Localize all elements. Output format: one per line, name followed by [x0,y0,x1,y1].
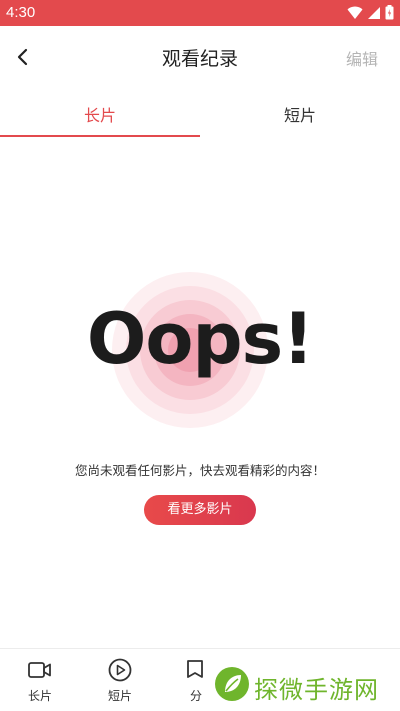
active-tab-indicator [0,135,200,137]
wifi-icon [347,6,363,19]
leaf-logo-icon [215,667,249,701]
tab-long-video[interactable]: 长片 [0,102,200,126]
nav-item-long[interactable]: 长片 [10,657,70,704]
status-bar: 4:30 [0,0,400,26]
nav-label-short: 短片 [107,689,132,703]
header: 观看纪录 编辑 [0,26,400,90]
watermark-text: 探微手游网 [254,676,379,704]
tab-bar: 长片 短片 [0,92,400,138]
signal-icon [368,6,380,19]
battery-icon [385,5,394,20]
video-camera-icon [28,662,51,678]
status-icons [347,5,394,20]
tag-icon [187,660,203,678]
watermark-overlay: 探微手游网 [208,658,400,711]
nav-label-long: 长片 [27,689,52,703]
edit-button[interactable]: 编辑 [346,46,378,70]
status-time: 4:30 [6,4,36,21]
see-more-videos-button[interactable]: 看更多影片 [144,495,256,525]
play-circle-icon [108,658,132,682]
empty-state-message: 您尚未观看任何影片，快去观看精彩的内容！ [74,463,325,478]
nav-item-short[interactable]: 短片 [90,657,150,704]
oops-heading: Oops! [86,298,314,380]
tab-short-video[interactable]: 短片 [200,102,400,126]
empty-state-illustration: Oops! [0,260,400,440]
page-title: 观看纪录 [161,48,238,70]
